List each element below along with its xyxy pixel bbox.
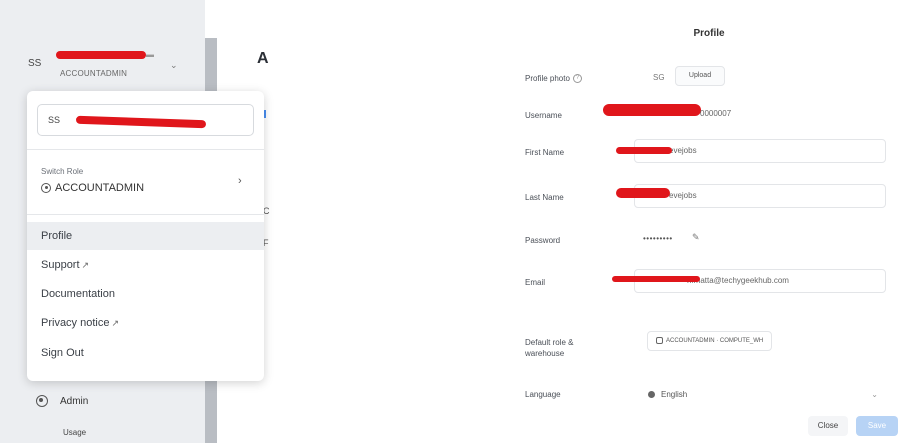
switch-role-value: ACCOUNTADMIN xyxy=(41,182,144,194)
menu-item-privacy-notice[interactable]: Privacy notice ↗ xyxy=(27,309,264,337)
sidebar-subitem-usage[interactable]: Usage xyxy=(63,428,86,437)
menu-item-label: Support xyxy=(41,259,80,271)
redacted-username xyxy=(603,104,701,116)
menu-item-label: Privacy notice xyxy=(41,317,110,329)
menu-item-documentation[interactable]: Documentation xyxy=(27,280,264,308)
redacted-user-name xyxy=(56,51,146,59)
field-value: evejobs xyxy=(669,191,697,200)
first-name-label: First Name xyxy=(525,148,565,157)
current-role-label: ACCOUNTADMIN xyxy=(60,69,128,78)
account-menu: SS Switch Role ACCOUNTADMIN › Profile Su… xyxy=(27,91,264,381)
user-name-tail: ▬ xyxy=(146,50,154,59)
menu-item-label: Sign Out xyxy=(41,347,84,359)
dialog-title: Profile xyxy=(693,28,725,39)
redacted-first-name xyxy=(616,147,672,154)
chevron-down-icon: ⌄ xyxy=(871,390,878,399)
menu-item-support[interactable]: Support ↗ xyxy=(27,251,264,279)
password-value: ••••••••• xyxy=(643,234,673,243)
divider xyxy=(27,214,264,215)
menu-item-sign-out[interactable]: Sign Out xyxy=(27,339,264,367)
menu-item-profile[interactable]: Profile xyxy=(27,222,264,250)
external-link-icon: ↗ xyxy=(81,260,90,270)
help-icon[interactable]: ? xyxy=(572,74,582,84)
shield-user-icon xyxy=(36,395,48,407)
page-title-partial: A xyxy=(257,50,269,67)
field-value: n.matta@techygeekhub.com xyxy=(687,276,789,285)
switch-role-label: Switch Role xyxy=(41,167,84,176)
upload-button[interactable]: Upload xyxy=(675,66,725,86)
chevron-right-icon: › xyxy=(238,175,242,187)
user-menu-trigger[interactable]: SS ▬ ACCOUNTADMIN ⌄ xyxy=(28,50,198,80)
email-label: Email xyxy=(525,278,546,287)
avatar: SG xyxy=(653,73,665,82)
sidebar-item-label: Admin xyxy=(60,395,89,407)
save-button[interactable]: Save xyxy=(856,416,898,436)
sidebar-item-admin[interactable]: Admin xyxy=(36,395,88,407)
menu-item-label: Documentation xyxy=(41,288,115,300)
password-label: Password xyxy=(525,236,561,245)
avatar: SS xyxy=(28,58,42,69)
profile-photo-label: Profile photo? xyxy=(525,74,582,84)
redacted-email xyxy=(612,276,700,282)
chevron-down-icon: ⌄ xyxy=(170,60,178,70)
username-label: Username xyxy=(525,111,562,120)
language-value: English xyxy=(661,390,688,399)
default-role-label: Default role & warehouse xyxy=(525,338,574,358)
menu-user-box: SS xyxy=(37,104,254,136)
external-link-icon: ↗ xyxy=(111,318,120,328)
last-name-field[interactable]: evejobs xyxy=(634,184,886,208)
avatar: SS xyxy=(48,115,61,125)
redacted-user-name xyxy=(75,115,207,129)
default-role-value: ACCOUNTADMIN xyxy=(666,338,715,344)
default-role-selector[interactable]: ACCOUNTADMIN · COMPUTE_WH xyxy=(647,331,773,351)
username-value: 0000007 xyxy=(700,109,732,118)
role-icon xyxy=(41,183,51,193)
globe-icon xyxy=(648,391,655,399)
last-name-label: Last Name xyxy=(525,193,564,202)
label-text: Profile photo xyxy=(525,74,570,83)
role-name: ACCOUNTADMIN xyxy=(55,182,145,194)
divider xyxy=(27,149,264,150)
default-warehouse-value: COMPUTE_WH xyxy=(719,338,764,344)
redacted-last-name xyxy=(616,188,670,198)
language-label: Language xyxy=(525,390,561,399)
close-button[interactable]: Close xyxy=(808,416,848,436)
profile-dialog: Profile Profile photo? SG Upload Usernam… xyxy=(506,0,912,443)
role-icon xyxy=(656,336,663,344)
field-value: evejobs xyxy=(669,146,697,155)
menu-item-label: Profile xyxy=(41,230,73,242)
language-select[interactable]: English ⌄ xyxy=(634,383,886,407)
edit-pencil-icon[interactable]: ✎ xyxy=(692,232,700,243)
